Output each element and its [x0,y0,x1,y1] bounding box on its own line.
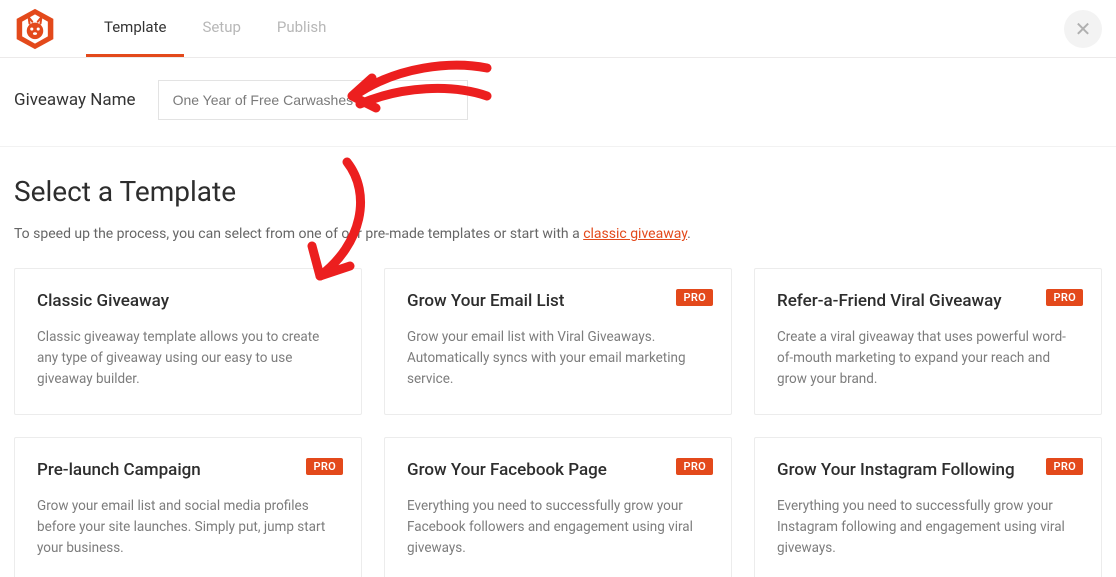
tab-template[interactable]: Template [86,0,184,57]
card-title: Refer-a-Friend Viral Giveaway [777,291,1079,311]
card-grow-facebook[interactable]: PRO Grow Your Facebook Page Everything y… [384,437,732,577]
card-desc: Everything you need to successfully grow… [777,496,1079,559]
topbar: Template Setup Publish ✕ [0,0,1116,58]
card-desc: Everything you need to successfully grow… [407,496,709,559]
pro-badge: PRO [676,458,713,475]
card-title: Grow Your Facebook Page [407,460,709,480]
card-grow-instagram[interactable]: PRO Grow Your Instagram Following Everyt… [754,437,1102,577]
content-area: Select a Template To speed up the proces… [0,147,1116,577]
tabs: Template Setup Publish [86,0,344,57]
tab-setup[interactable]: Setup [184,0,258,57]
app-logo [12,6,58,52]
pro-badge: PRO [306,458,343,475]
card-desc: Create a viral giveaway that uses powerf… [777,327,1079,390]
section-subtitle: To speed up the process, you can select … [14,226,1102,242]
card-title: Grow Your Email List [407,291,709,311]
close-button[interactable]: ✕ [1064,10,1102,48]
pro-badge: PRO [1046,458,1083,475]
giveaway-name-input[interactable] [158,80,468,120]
card-desc: Grow your email list and social media pr… [37,496,339,559]
card-desc: Classic giveaway template allows you to … [37,327,339,390]
giveaway-name-row: Giveaway Name [0,58,1116,147]
tab-publish[interactable]: Publish [259,0,344,57]
card-refer-a-friend[interactable]: PRO Refer-a-Friend Viral Giveaway Create… [754,268,1102,415]
card-title: Classic Giveaway [37,291,339,311]
section-title: Select a Template [14,175,1102,208]
card-pre-launch[interactable]: PRO Pre-launch Campaign Grow your email … [14,437,362,577]
section-sub-post: . [687,226,691,242]
card-desc: Grow your email list with Viral Giveaway… [407,327,709,390]
template-grid: Classic Giveaway Classic giveaway templa… [14,268,1102,577]
giveaway-name-label: Giveaway Name [14,90,136,110]
pro-badge: PRO [676,289,713,306]
card-grow-email-list[interactable]: PRO Grow Your Email List Grow your email… [384,268,732,415]
card-title: Grow Your Instagram Following [777,460,1079,480]
section-sub-pre: To speed up the process, you can select … [14,226,583,242]
card-title: Pre-launch Campaign [37,460,339,480]
classic-giveaway-link[interactable]: classic giveaway [583,226,687,242]
close-icon: ✕ [1075,17,1092,41]
pro-badge: PRO [1046,289,1083,306]
card-classic-giveaway[interactable]: Classic Giveaway Classic giveaway templa… [14,268,362,415]
